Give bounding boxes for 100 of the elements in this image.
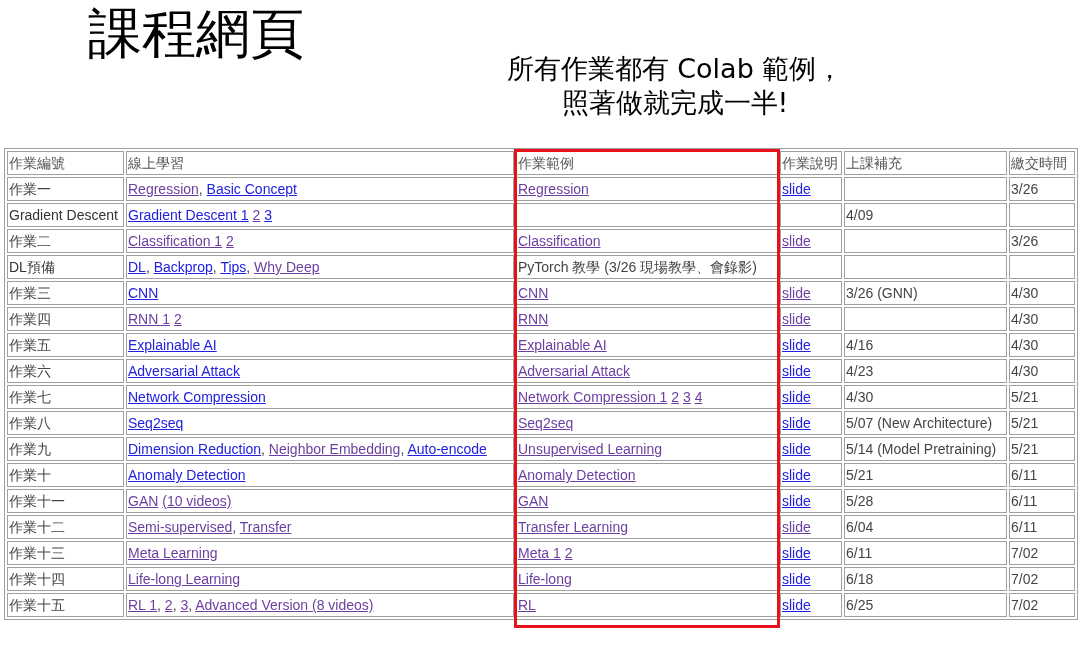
cell-text: 7/02 xyxy=(1011,571,1039,587)
link[interactable]: GAN xyxy=(128,493,159,509)
link[interactable]: 2 xyxy=(164,597,173,613)
link[interactable]: Dimension Reduction xyxy=(128,441,262,457)
cell-text: 5/07 (New Architecture) xyxy=(846,415,993,431)
column-header: 繳交時間 xyxy=(1009,151,1075,175)
link[interactable]: 4 xyxy=(694,389,703,405)
cell-text: , xyxy=(188,597,194,613)
link[interactable]: CNN xyxy=(518,285,549,301)
cell-text: 6/11 xyxy=(846,545,873,561)
link[interactable]: Backprop xyxy=(153,259,213,275)
cell-text: 7/02 xyxy=(1011,597,1039,613)
link[interactable]: Adversarial Attack xyxy=(128,363,241,379)
link[interactable]: Gradient Descent 1 xyxy=(128,207,249,223)
link[interactable]: Why Deep xyxy=(254,259,320,275)
cell-text: 作業五 xyxy=(9,337,51,353)
cell-text: 4/30 xyxy=(1011,285,1039,301)
slide-subtitle: 所有作業都有 Colab 範例， xyxy=(506,52,844,86)
cell-text: 6/11 xyxy=(1011,493,1038,509)
cell-text: 6/25 xyxy=(846,597,874,613)
cell-text: 5/21 xyxy=(846,467,874,483)
cell-text: PyTorch 教學 (3/26 現場教學、會錄影) xyxy=(518,259,757,275)
cell-text: 4/09 xyxy=(846,207,874,223)
cell-text: 4/30 xyxy=(1011,311,1039,327)
cell-text: , xyxy=(198,181,204,197)
cell-text: 4/23 xyxy=(846,363,874,379)
cell-text: 作業九 xyxy=(9,441,51,457)
link[interactable]: Auto-encode xyxy=(407,441,487,457)
column-header: 上課補充 xyxy=(844,151,1007,175)
cell-text: 3/26 xyxy=(1011,233,1039,249)
column-header: 作業編號 xyxy=(7,151,124,175)
cell-text: 作業六 xyxy=(9,363,51,379)
cell-text: 作業四 xyxy=(9,311,51,327)
cell-text: 7/02 xyxy=(1011,545,1039,561)
cell-text: 3/26 (GNN) xyxy=(846,285,918,301)
link[interactable]: Basic Concept xyxy=(206,181,297,197)
cell-text: 作業一 xyxy=(9,181,51,197)
cell-text: 作業十四 xyxy=(9,571,65,587)
link[interactable]: 3 xyxy=(264,207,272,223)
link[interactable]: 2 xyxy=(226,233,234,249)
column-header: 線上學習 xyxy=(126,151,514,175)
link[interactable]: RNN 1 xyxy=(128,311,170,327)
link[interactable]: Network Compression 1 xyxy=(518,389,668,405)
link[interactable]: Advanced Version (8 videos) xyxy=(195,597,374,613)
link[interactable]: RNN xyxy=(518,311,549,327)
link[interactable]: (10 videos) xyxy=(162,493,232,509)
cell-text: 6/04 xyxy=(846,519,874,535)
link[interactable]: DL xyxy=(128,259,146,275)
cell-text: 4/30 xyxy=(1011,363,1039,379)
cell-text: 5/21 xyxy=(1011,389,1039,405)
link[interactable]: Seq2seq xyxy=(518,415,574,431)
cell-text: , xyxy=(232,519,238,535)
link[interactable]: RL xyxy=(518,597,536,613)
cell-text: , xyxy=(172,597,178,613)
link[interactable]: 3 xyxy=(682,389,691,405)
cell-text: 6/11 xyxy=(1011,467,1038,483)
link[interactable]: Life-long Learning xyxy=(128,571,241,587)
link[interactable]: 2 xyxy=(671,389,680,405)
cell-text: 作業十五 xyxy=(9,597,65,613)
cell-text: 作業八 xyxy=(9,415,51,431)
link[interactable]: Meta 1 xyxy=(518,545,561,561)
slide-title: 課程網頁 xyxy=(88,2,304,65)
link[interactable]: Explainable AI xyxy=(128,337,217,353)
cell-text: , xyxy=(246,259,252,275)
cell-text: 4/30 xyxy=(846,389,874,405)
cell-text: 作業十一 xyxy=(9,493,65,509)
link[interactable]: 2 xyxy=(252,207,261,223)
link[interactable]: Life-long xyxy=(518,571,572,587)
cell-text: 作業二 xyxy=(9,233,51,249)
cell-text: 6/18 xyxy=(846,571,874,587)
link[interactable]: GAN xyxy=(518,493,549,509)
cell-text: 5/21 xyxy=(1011,441,1039,457)
cell-text: 作業十三 xyxy=(9,545,65,561)
link[interactable]: Meta Learning xyxy=(128,545,218,561)
cell-text: , xyxy=(157,597,162,613)
cell-text: , xyxy=(212,259,218,275)
cell-text: 5/21 xyxy=(1011,415,1039,431)
cell-text: Gradient Descent xyxy=(9,207,118,223)
link[interactable]: Regression xyxy=(518,181,589,197)
link[interactable]: Classification 1 xyxy=(128,233,223,249)
link[interactable]: Regression xyxy=(128,181,199,197)
cell-text: 3/26 xyxy=(1011,181,1039,197)
cell-text: , xyxy=(261,441,266,457)
cell-text: , xyxy=(145,259,151,275)
link[interactable]: Transfer xyxy=(239,519,292,535)
column-header: 作業說明 xyxy=(780,151,842,175)
cell-text: 5/28 xyxy=(846,493,874,509)
slide-subtitle: 照著做就完成一半! xyxy=(561,86,789,120)
cell-text: DL預備 xyxy=(9,259,55,275)
link[interactable]: 2 xyxy=(564,545,573,561)
cell-text: 作業七 xyxy=(9,389,51,405)
cell-text: 作業十二 xyxy=(9,519,65,535)
cell-text: 6/11 xyxy=(1011,519,1038,535)
cell-text: 作業三 xyxy=(9,285,51,301)
link[interactable]: Seq2seq xyxy=(128,415,184,431)
cell-text: 4/16 xyxy=(846,337,874,353)
cell-text: 作業十 xyxy=(9,467,51,483)
link[interactable]: CNN xyxy=(128,285,159,301)
link[interactable]: 2 xyxy=(173,311,182,327)
cell-text: 4/30 xyxy=(1011,337,1039,353)
